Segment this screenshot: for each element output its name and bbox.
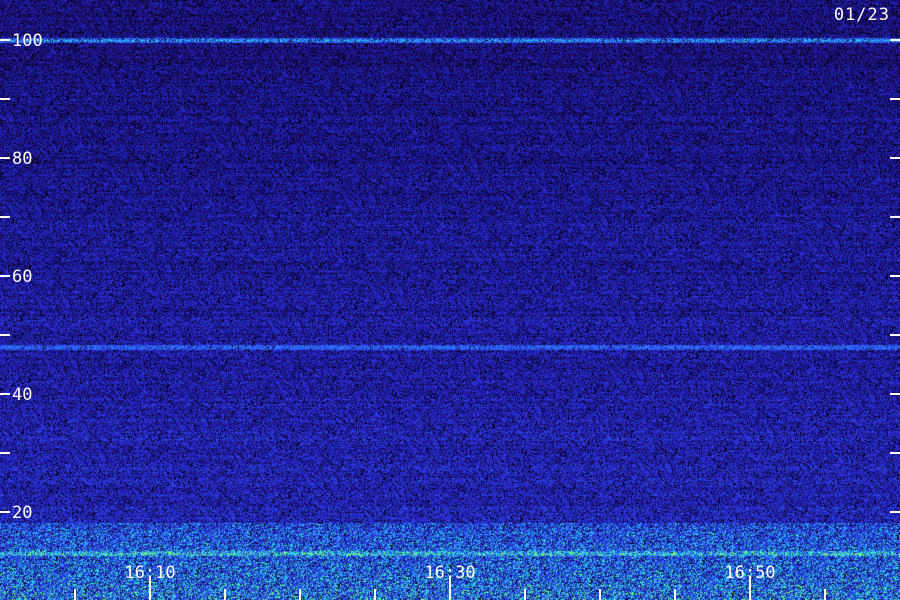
y-axis: 20 40 60 80 100 (0, 31, 900, 523)
x-axis: 16:10 16:30 16:50 (74, 563, 826, 600)
date-label: 01/23 (833, 5, 890, 25)
y-tick-label: 20 (12, 503, 32, 523)
y-tick-label: 40 (12, 385, 32, 405)
y-tick-label: 100 (12, 31, 43, 51)
x-tick-label: 16:30 (424, 563, 475, 583)
y-tick-label: 80 (12, 149, 32, 169)
x-tick-label: 16:10 (124, 563, 175, 583)
spectrogram-view: 20 40 60 80 100 16:10 16:30 16:50 01/23 (0, 0, 900, 600)
y-tick-label: 60 (12, 267, 32, 287)
x-tick-label: 16:50 (724, 563, 775, 583)
axis-overlay: 20 40 60 80 100 16:10 16:30 16:50 (0, 31, 900, 600)
